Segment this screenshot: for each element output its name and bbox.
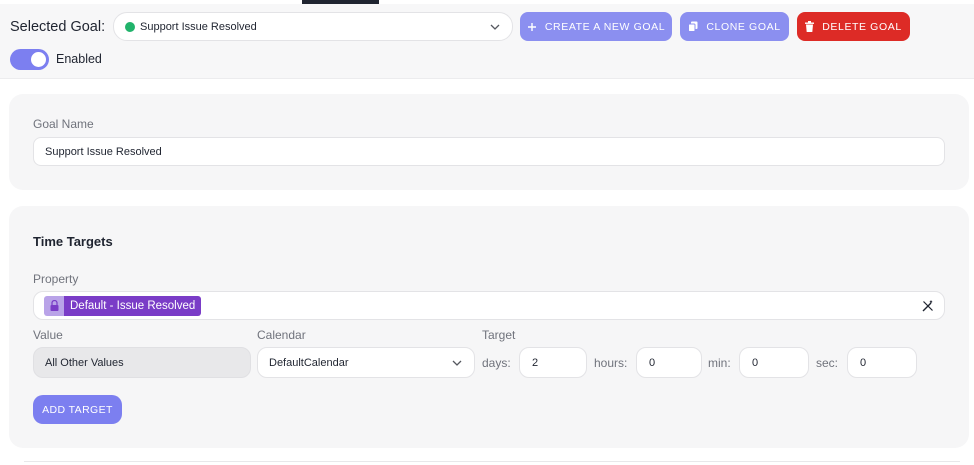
goal-toolbar: Selected Goal: Support Issue Resolved CR… [0, 4, 974, 79]
delete-goal-label: DELETE GOAL [822, 20, 902, 33]
goal-name-card: Goal Name Support Issue Resolved [9, 94, 969, 190]
selected-goal-label: Selected Goal: [10, 19, 106, 35]
add-target-label: ADD TARGET [42, 403, 113, 416]
sec-label: sec: [816, 356, 839, 370]
enabled-label: Enabled [56, 52, 102, 66]
target-label: Target [482, 328, 516, 342]
min-label: min: [708, 356, 731, 370]
enabled-toggle[interactable] [10, 49, 49, 70]
value-field: All Other Values [33, 347, 251, 378]
value-label: Value [33, 328, 63, 342]
toggle-knob [31, 52, 46, 67]
calendar-value: DefaultCalendar [269, 356, 349, 369]
chevron-down-icon [490, 24, 500, 30]
property-label: Property [33, 272, 79, 286]
sec-value: 0 [860, 356, 867, 369]
create-goal-label: CREATE A NEW GOAL [544, 20, 666, 33]
value-text: All Other Values [45, 356, 124, 369]
goal-select-dropdown[interactable]: Support Issue Resolved [113, 12, 513, 41]
min-value: 0 [752, 356, 759, 369]
days-value: 2 [532, 356, 539, 369]
magic-wand-icon[interactable] [922, 300, 934, 312]
time-targets-card: Time Targets Property Default - Issue Re… [9, 206, 969, 448]
days-input[interactable]: 2 [519, 347, 587, 378]
create-goal-button[interactable]: CREATE A NEW GOAL [520, 12, 672, 41]
hours-label: hours: [594, 356, 628, 370]
lock-icon [44, 295, 64, 316]
goal-name-label: Goal Name [33, 117, 94, 131]
clone-goal-label: CLONE GOAL [706, 20, 781, 33]
min-input[interactable]: 0 [739, 347, 809, 378]
sec-input[interactable]: 0 [847, 347, 917, 378]
trash-icon [805, 21, 815, 32]
goal-name-value: Support Issue Resolved [45, 145, 162, 158]
plus-icon [527, 22, 537, 32]
days-label: days: [482, 356, 511, 370]
clone-goal-button[interactable]: CLONE GOAL [680, 12, 789, 41]
time-targets-title: Time Targets [33, 234, 113, 249]
calendar-label: Calendar [257, 328, 306, 342]
delete-goal-button[interactable]: DELETE GOAL [797, 12, 910, 41]
divider [24, 461, 960, 462]
goal-select-value: Support Issue Resolved [140, 20, 257, 33]
copy-icon [688, 21, 698, 32]
goal-status-dot [125, 21, 135, 32]
property-chip-label: Default - Issue Resolved [64, 295, 202, 316]
add-target-button[interactable]: ADD TARGET [33, 395, 122, 424]
calendar-select[interactable]: DefaultCalendar [257, 347, 475, 378]
hours-input[interactable]: 0 [636, 347, 702, 378]
goal-name-input[interactable]: Support Issue Resolved [33, 137, 945, 166]
chevron-down-icon [452, 360, 462, 366]
hours-value: 0 [649, 356, 656, 369]
property-input[interactable]: Default - Issue Resolved [33, 291, 945, 320]
property-chip[interactable]: Default - Issue Resolved [44, 295, 202, 316]
